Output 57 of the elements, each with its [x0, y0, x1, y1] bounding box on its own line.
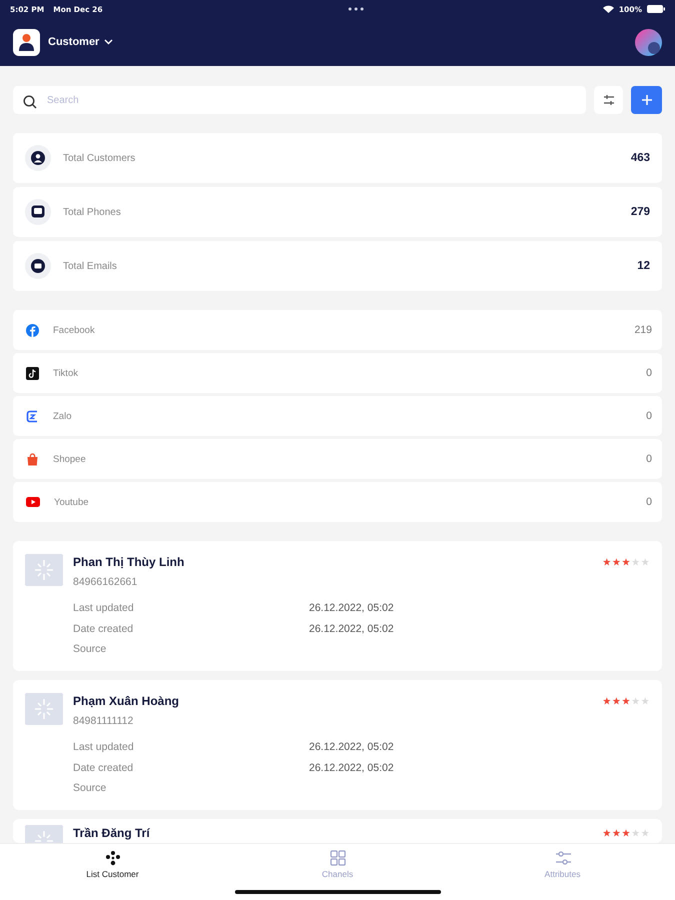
stat-value: 12 [637, 260, 650, 272]
facebook-icon [26, 324, 39, 336]
stat-label: Total Phones [63, 206, 121, 218]
mail-icon [31, 259, 45, 273]
field-value: 26.12.2022, 05:02 [309, 762, 394, 774]
channel-row[interactable]: Youtube 0 [13, 482, 662, 522]
field-label: Date created [73, 762, 134, 774]
customer-card[interactable]: Trần Đăng Trí [13, 819, 662, 843]
channel-row[interactable]: Facebook 219 [13, 310, 662, 350]
customer-name: Phạm Xuân Hoàng [73, 694, 180, 708]
channel-row[interactable]: Shopee 0 [13, 439, 662, 479]
wifi-icon [602, 5, 614, 13]
avatar[interactable] [635, 28, 662, 56]
field-label: Source [73, 782, 108, 794]
plus-icon [640, 94, 652, 106]
grid-icon [330, 850, 346, 866]
customer-phone: 84981111112 [73, 715, 134, 727]
chevron-down-icon [104, 39, 114, 45]
customer-card[interactable]: Phan Thị Thùy Linh 84966162661 Last updated 26.12.2022, 05:02 Date created 26.12.2022, 05:02 Source [13, 541, 662, 671]
avatar-placeholder-icon [25, 693, 63, 725]
customer-name: Trần Đăng Trí [73, 826, 150, 840]
avatar-placeholder-icon [25, 554, 63, 586]
search-field[interactable]: Search [13, 86, 586, 114]
workspace-dropdown[interactable]: Customer [48, 36, 114, 48]
filter-button[interactable] [594, 86, 623, 114]
sliders-icon [602, 94, 614, 106]
customer-phone: 84966162661 [73, 576, 138, 588]
stat-value: 463 [630, 152, 650, 164]
field-value: 26.12.2022, 05:02 [309, 602, 394, 614]
app-logo-icon[interactable] [13, 28, 40, 56]
multitask-dots-icon [348, 7, 364, 11]
channel-row[interactable]: Tiktok 0 [13, 353, 662, 393]
field-value: 26.12.2022, 05:02 [309, 741, 394, 754]
sliders-icon [554, 850, 570, 866]
person-icon [31, 151, 45, 165]
field-label: Date created [73, 622, 134, 635]
stat-label: Total Customers [63, 152, 136, 164]
search-icon [23, 95, 37, 109]
nav-tab[interactable]: List Customer [0, 844, 225, 900]
channel-row[interactable]: Zalo 0 [13, 396, 662, 436]
stat-label: Total Emails [63, 260, 117, 272]
message-icon [31, 205, 45, 219]
play-icon [26, 497, 40, 507]
customer-name: Phan Thị Thùy Linh [73, 555, 184, 569]
stat-value: 279 [630, 206, 650, 218]
shopping-bag-icon [26, 452, 39, 466]
battery-icon [647, 5, 665, 13]
field-label: Last updated [73, 741, 135, 754]
field-label: Last updated [73, 602, 135, 614]
customer-card[interactable]: Phạm Xuân Hoàng 84981111112 Last updated 26.12.2022, 05:02 Date created 26.12.2022, 05:02 Source [13, 680, 662, 810]
field-value: 26.12.2022, 05:02 [309, 622, 394, 635]
people-icon [104, 850, 120, 866]
nav-tab[interactable]: Attributes [450, 844, 675, 900]
field-label: Source [73, 643, 108, 656]
music-note-icon [26, 366, 39, 380]
nav-tab[interactable]: Chanels [225, 844, 450, 900]
add-button[interactable] [631, 86, 662, 114]
